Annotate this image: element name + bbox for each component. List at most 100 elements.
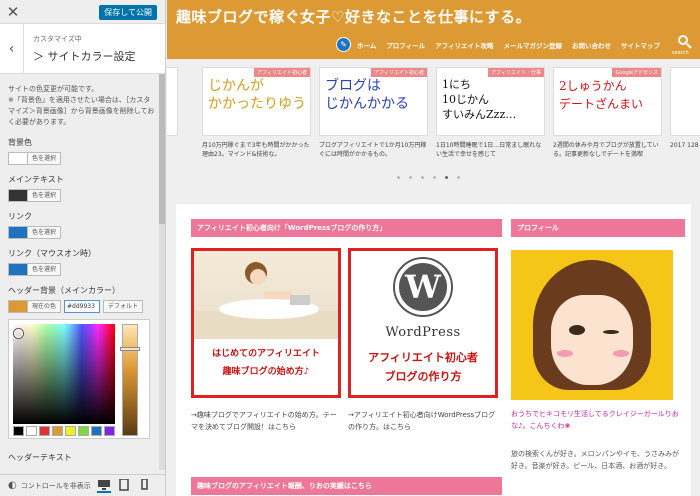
carousel-card[interactable]: アフィリエイト初心者 ブログは じかんかかる ブログアフィリエイトで1か月10万… <box>319 67 428 159</box>
category-badge: アフィリエイト初心者 <box>371 68 427 77</box>
palette-swatch[interactable] <box>52 426 63 436</box>
collapse-icon[interactable]: ◐ <box>8 480 17 491</box>
thumbnail-text: じかんが かかったりゆう <box>208 78 306 112</box>
control-label: リンク（マウスオン時） <box>8 249 96 258</box>
carousel-dots <box>397 176 469 179</box>
content-area: アフィリエイト初心者向け「WordPressブログの作り方」 プロフィール はじ… <box>176 204 691 496</box>
category-badge: アフィリエイト・仕事 <box>488 68 544 77</box>
carousel-dot[interactable] <box>409 176 412 179</box>
section-header: ‹ カスタマイズ中 ＞ サイトカラー設定 <box>0 24 165 74</box>
carousel-caption[interactable]: 2週間の休みや月でブログが放置している。記事更新なしでデートを満喫 <box>553 141 662 159</box>
carousel-caption[interactable]: ブログアフィリエイトで1か月10万円稼ぐには時間がかかるもの。 <box>319 141 428 159</box>
carousel-dot[interactable] <box>397 176 400 179</box>
profile-link[interactable]: おうちでヒキコモリ生活してるクレイジーガールりおな♪。こんちくわ❀ <box>511 408 681 432</box>
post-carousel: アフィリエイト初心者 じかんが かかったりゆう 月10万円稼ぐまで3年も時間がか… <box>167 67 700 159</box>
color-swatch[interactable] <box>8 152 27 165</box>
customizer-topbar: ✕ 保存して公開 <box>0 0 165 24</box>
hue-slider[interactable] <box>122 324 138 436</box>
control-background-color: 背景色 色を選択 <box>0 137 165 165</box>
current-color-button[interactable]: 現在の色 <box>27 300 62 313</box>
color-swatch[interactable] <box>8 263 27 276</box>
profile-section-title: プロフィール <box>511 219 685 237</box>
featured-caption[interactable]: →アフィリエイト初心者向けWordPressブログの作り方。はこちら <box>348 409 498 433</box>
carousel-card[interactable] <box>167 67 178 159</box>
color-swatch[interactable] <box>8 226 27 239</box>
control-label: メインテキスト <box>8 175 64 184</box>
breadcrumb: カスタマイズ中 <box>33 35 82 43</box>
color-palette <box>13 426 117 436</box>
carousel-card[interactable]: アフィリエイト初心者 じかんが かかったりゆう 月10万円稼ぐまで3年も時間がか… <box>202 67 311 159</box>
palette-swatch[interactable] <box>65 426 76 436</box>
earnings-section-title: 趣味ブログのアフィリエイト報酬、りおの実績はこちら <box>191 477 502 495</box>
control-label: 背景色 <box>8 138 32 147</box>
palette-swatch[interactable] <box>104 426 115 436</box>
control-label: ヘッダー背景（メインカラー） <box>8 286 120 295</box>
thumbnail-text: 1にち 10じかん すいみんZzz… <box>442 78 517 121</box>
select-color-button[interactable]: 色を選択 <box>27 226 62 239</box>
nav-item-sitemap[interactable]: サイトマップ <box>621 40 660 50</box>
saturation-handle[interactable] <box>14 329 23 338</box>
carousel-caption[interactable]: 1日10時間睡眠で1日…日常まし眠れない生活で幸せを感じて <box>436 141 545 159</box>
nav-item-affiliate[interactable]: アフィリエイト攻略 <box>435 40 493 50</box>
carousel-dot[interactable] <box>421 176 424 179</box>
featured-photo <box>194 251 338 339</box>
control-main-text-color: メインテキスト 色を選択 <box>0 174 165 202</box>
search-label: search <box>672 50 689 56</box>
palette-swatch[interactable] <box>26 426 37 436</box>
wordpress-wordmark: WordPress <box>385 325 461 340</box>
edit-pencil-icon[interactable]: ✎ <box>335 37 351 52</box>
hex-color-input[interactable]: #dd9933 <box>64 300 101 313</box>
site-title[interactable]: 趣味ブログで稼ぐ女子♡好きなことを仕事にする。 <box>176 6 531 27</box>
nav-item-contact[interactable]: お問い合わせ <box>572 40 611 50</box>
nav-item-newsletter[interactable]: メールマガジン登録 <box>504 40 563 50</box>
nav-item-home[interactable]: ホーム <box>357 40 376 50</box>
select-color-button[interactable]: 色を選択 <box>27 152 62 165</box>
color-swatch[interactable] <box>8 189 27 202</box>
featured-overlay-text: アフィリエイト初心者 ブログの作り方 <box>368 351 478 383</box>
collapse-label[interactable]: コントロールを非表示 <box>21 481 91 491</box>
sidebar-scroll-thumb[interactable] <box>159 74 165 224</box>
palette-swatch[interactable] <box>78 426 89 436</box>
close-icon[interactable]: ✕ <box>0 0 26 24</box>
color-swatch[interactable] <box>8 300 27 313</box>
desktop-icon[interactable] <box>96 479 111 493</box>
control-label: リンク <box>8 212 32 221</box>
site-header: 趣味ブログで稼ぐ女子♡好きなことを仕事にする。 ✎ ホーム プロフィール アフィ… <box>167 0 700 59</box>
nav-item-profile[interactable]: プロフィール <box>386 40 425 50</box>
carousel-dot[interactable] <box>433 176 436 179</box>
section-title: ＞ サイトカラー設定 <box>33 50 136 63</box>
thumbnail-text: ブログは じかんかかる <box>325 78 409 112</box>
carousel-card[interactable]: 2017 128 <box>670 67 700 159</box>
category-badge: アフィリエイト初心者 <box>254 68 310 77</box>
featured-caption[interactable]: →趣味ブログでアフィリエイトの始め方。テーマを決めてブログ開設！はこちら <box>191 409 341 433</box>
featured-card[interactable]: はじめてのアフィリエイト 趣味ブログの始め方♪ <box>191 248 341 398</box>
carousel-card[interactable]: Googleアドセンス 2しゅうかん デートざんまい 2週間の休みや月でブログが… <box>553 67 662 159</box>
wordpress-logo-icon: W <box>395 259 451 315</box>
select-color-button[interactable]: 色を選択 <box>27 189 62 202</box>
site-preview: 趣味ブログで稼ぐ女子♡好きなことを仕事にする。 ✎ ホーム プロフィール アフィ… <box>167 0 700 496</box>
featured-overlay-text: はじめてのアフィリエイト 趣味ブログの始め方♪ <box>212 349 320 377</box>
default-color-button[interactable]: デフォルト <box>103 300 144 313</box>
profile-avatar <box>511 250 673 400</box>
palette-swatch[interactable] <box>13 426 24 436</box>
select-color-button[interactable]: 色を選択 <box>27 263 62 276</box>
featured-card[interactable]: W WordPress アフィリエイト初心者 ブログの作り方 <box>348 248 498 398</box>
tablet-icon[interactable] <box>117 477 131 493</box>
carousel-dot-active[interactable] <box>445 176 448 179</box>
saturation-area[interactable] <box>13 324 115 424</box>
category-badge: Googleアドセンス <box>612 68 661 77</box>
back-chevron-icon[interactable]: ‹ <box>0 24 24 74</box>
carousel-card[interactable]: アフィリエイト・仕事 1にち 10じかん すいみんZzz… 1日10時間睡眠で1… <box>436 67 545 159</box>
hue-slider-handle[interactable] <box>120 347 140 351</box>
palette-swatch[interactable] <box>91 426 102 436</box>
search-icon[interactable]: search <box>672 35 692 56</box>
save-publish-button[interactable]: 保存して公開 <box>99 5 157 20</box>
color-picker <box>8 319 150 439</box>
palette-swatch[interactable] <box>39 426 50 436</box>
mobile-icon[interactable] <box>137 477 151 493</box>
carousel-caption[interactable]: 2017 128 <box>670 141 700 159</box>
control-link-color: リンク 色を選択 <box>0 211 165 239</box>
control-label-header-text: ヘッダーテキスト <box>8 453 72 462</box>
carousel-dot[interactable] <box>457 176 460 179</box>
carousel-caption[interactable]: 月10万円稼ぐまで3年も時間がかかった理由23。マインド&技術な。 <box>202 141 311 159</box>
